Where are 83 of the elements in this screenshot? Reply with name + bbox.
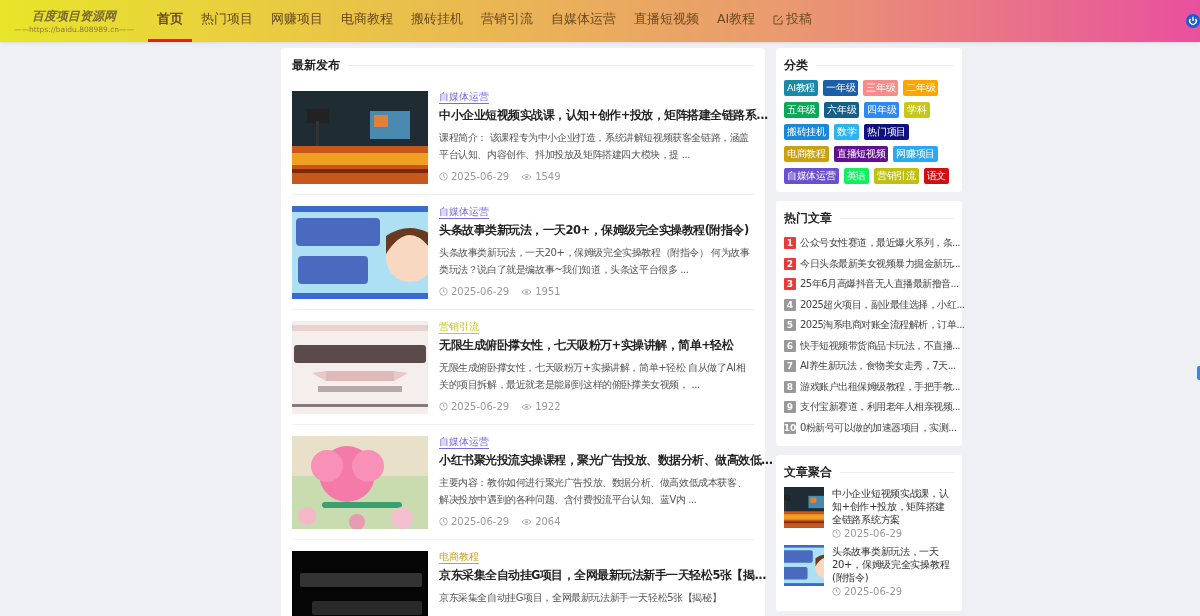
section-title: 最新发布 bbox=[292, 57, 340, 74]
rank-badge: 10 bbox=[784, 421, 796, 434]
post-title[interactable]: 无限生成俯卧撑女性，七天吸粉万+实操讲解，简单+轻松 bbox=[439, 338, 734, 353]
eye-icon bbox=[521, 517, 533, 526]
category-tag[interactable]: 直播短视频 bbox=[833, 146, 889, 162]
rank-badge: 1 bbox=[784, 237, 796, 250]
hot-article-link[interactable]: 今日头条最新美女视频暴力掘金新玩... bbox=[800, 256, 961, 271]
article-date: 2025-06-29 bbox=[844, 528, 903, 539]
hot-article-link[interactable]: 公众号女性赛道，最近爆火系列，条... bbox=[800, 236, 961, 251]
nav-item[interactable]: AI教程 bbox=[708, 0, 765, 42]
category-link[interactable]: 自媒体运营 bbox=[439, 436, 489, 449]
view-count: 1922 bbox=[535, 401, 561, 412]
nav-item[interactable]: 网赚项目 bbox=[262, 0, 332, 42]
nav-item[interactable]: 首页 bbox=[148, 0, 192, 42]
rank-badge: 4 bbox=[784, 298, 796, 311]
hot-article-link[interactable]: 支付宝新赛道，利用老年人相亲视频... bbox=[800, 400, 961, 415]
post-excerpt: 头条故事类新玩法，一天20+，保姆级完全实操教程（附指令） 何为故事类玩法？说白了就是编故事~我们知道，头条这平台很多 ... bbox=[439, 246, 751, 277]
category-tag[interactable]: 四年级 bbox=[864, 102, 900, 118]
edit-icon bbox=[773, 14, 784, 25]
category-tag[interactable]: 一年级 bbox=[823, 80, 859, 96]
nav-item[interactable]: 搬砖挂机 bbox=[402, 0, 472, 42]
category-link[interactable]: 自媒体运营 bbox=[439, 91, 489, 104]
eye-icon bbox=[521, 287, 533, 296]
clock-icon bbox=[439, 287, 448, 296]
nav-item[interactable]: 直播短视频 bbox=[625, 0, 708, 42]
category-tag[interactable]: 六年级 bbox=[824, 102, 860, 118]
category-tag[interactable]: 五年级 bbox=[784, 102, 820, 118]
post-excerpt: 京东采集全自动挂G项目，全网最新玩法新手一天轻松5张【揭秘】 bbox=[439, 591, 722, 605]
clock-icon bbox=[832, 529, 841, 538]
clock-icon bbox=[832, 587, 841, 596]
nav-item[interactable]: 热门项目 bbox=[192, 0, 262, 42]
view-count: 1951 bbox=[535, 286, 561, 297]
hot-article-link[interactable]: 2025超火项目，副业最佳选择，小红... bbox=[800, 297, 965, 312]
article-link[interactable]: 头条故事类新玩法，一天20+，保姆级完全实操教程(附指令) bbox=[832, 545, 954, 584]
eye-icon bbox=[521, 172, 533, 181]
category-tag[interactable]: AI教程 bbox=[784, 80, 819, 96]
hot-article-link[interactable]: 0粉新号可以做的加速器项目，实测... bbox=[800, 420, 957, 435]
post-date: 2025-06-29 bbox=[451, 171, 510, 182]
post-excerpt: 无限生成俯卧撑女性，七天吸粉万+实操讲解，简单+轻松 自从做了AI相关的项目拆解，最近就老是能刷到这样的俯卧撑美女视频， ... bbox=[439, 361, 747, 392]
category-tag[interactable]: 自媒体运营 bbox=[784, 168, 839, 184]
article-link[interactable]: 中小企业短视频实战课，认知+创作+投放，矩阵搭建全链路系统方案 bbox=[832, 487, 954, 526]
category-tag[interactable]: 搬砖挂机 bbox=[784, 124, 829, 140]
category-tag[interactable]: 热门项目 bbox=[864, 124, 910, 140]
clock-icon bbox=[439, 402, 448, 411]
power-icon[interactable] bbox=[1186, 14, 1200, 28]
hot-article-link[interactable]: AI养生新玩法，食物美女走秀，7天... bbox=[800, 359, 956, 374]
view-count: 2064 bbox=[535, 516, 561, 527]
category-tag[interactable]: 语文 bbox=[923, 168, 950, 184]
rank-badge: 9 bbox=[784, 401, 796, 414]
view-count: 1549 bbox=[535, 171, 561, 182]
post-excerpt: 课程简介： 该课程专为中小企业打造，系统讲解短视频获客全链路，涵盖平台认知、内容创作、抖加投放及矩阵搭建四大模块，提 ... bbox=[439, 131, 750, 162]
logo-title[interactable]: 百度项目资源网 bbox=[32, 8, 116, 25]
rank-badge: 6 bbox=[784, 339, 796, 352]
category-tag[interactable]: 网赚项目 bbox=[893, 146, 939, 162]
category-link[interactable]: 自媒体运营 bbox=[439, 206, 489, 219]
post-date: 2025-06-29 bbox=[451, 286, 510, 297]
nav-item[interactable]: 电商教程 bbox=[332, 0, 402, 42]
nav-item[interactable]: 投稿 bbox=[764, 0, 822, 42]
section-title: 热门文章 bbox=[784, 210, 832, 227]
eye-icon bbox=[521, 402, 533, 411]
post-title[interactable]: 中小企业短视频实战课，认知+创作+投放，矩阵搭建全链路系... bbox=[439, 108, 768, 123]
rank-badge: 8 bbox=[784, 380, 796, 393]
hot-article-link[interactable]: 2025淘系电商对账全流程解析，订单... bbox=[800, 318, 965, 333]
clock-icon bbox=[439, 172, 448, 181]
post-title[interactable]: 京东采集全自动挂G项目，全网最新玩法新手一天轻松5张【揭... bbox=[439, 568, 767, 583]
hot-article-link[interactable]: 游戏账户出租保姆级教程，手把手教... bbox=[800, 379, 961, 394]
clock-icon bbox=[439, 517, 448, 526]
post-date: 2025-06-29 bbox=[451, 516, 510, 527]
rank-badge: 5 bbox=[784, 319, 796, 332]
hot-article-link[interactable]: 快手短视频带货商品卡玩法，不直播... bbox=[800, 338, 961, 353]
article-date: 2025-06-29 bbox=[844, 586, 903, 597]
post-excerpt: 主要内容：教你如何进行聚光广告投放、数据分析、做高效低成本获客、解决投放中遇到的各种问题、含付费投流平台认知、蓝V内 ... bbox=[439, 476, 748, 507]
section-title: 文章聚合 bbox=[784, 464, 832, 481]
post-title[interactable]: 头条故事类新玩法，一天20+，保姆级完全实操教程(附指令) bbox=[439, 223, 749, 238]
post-title[interactable]: 小红书聚光投流实操课程，聚光广告投放、数据分析、做高效低... bbox=[439, 453, 773, 468]
rank-badge: 2 bbox=[784, 257, 796, 270]
section-title: 分类 bbox=[784, 57, 808, 74]
nav-item[interactable]: 自媒体运营 bbox=[542, 0, 625, 42]
rank-badge: 3 bbox=[784, 278, 796, 291]
post-date: 2025-06-29 bbox=[451, 401, 510, 412]
hot-article-link[interactable]: 25年6月高爆抖音无人直播最新撸音... bbox=[800, 277, 959, 292]
nav-item[interactable]: 营销引流 bbox=[472, 0, 542, 42]
rank-badge: 7 bbox=[784, 360, 796, 373]
